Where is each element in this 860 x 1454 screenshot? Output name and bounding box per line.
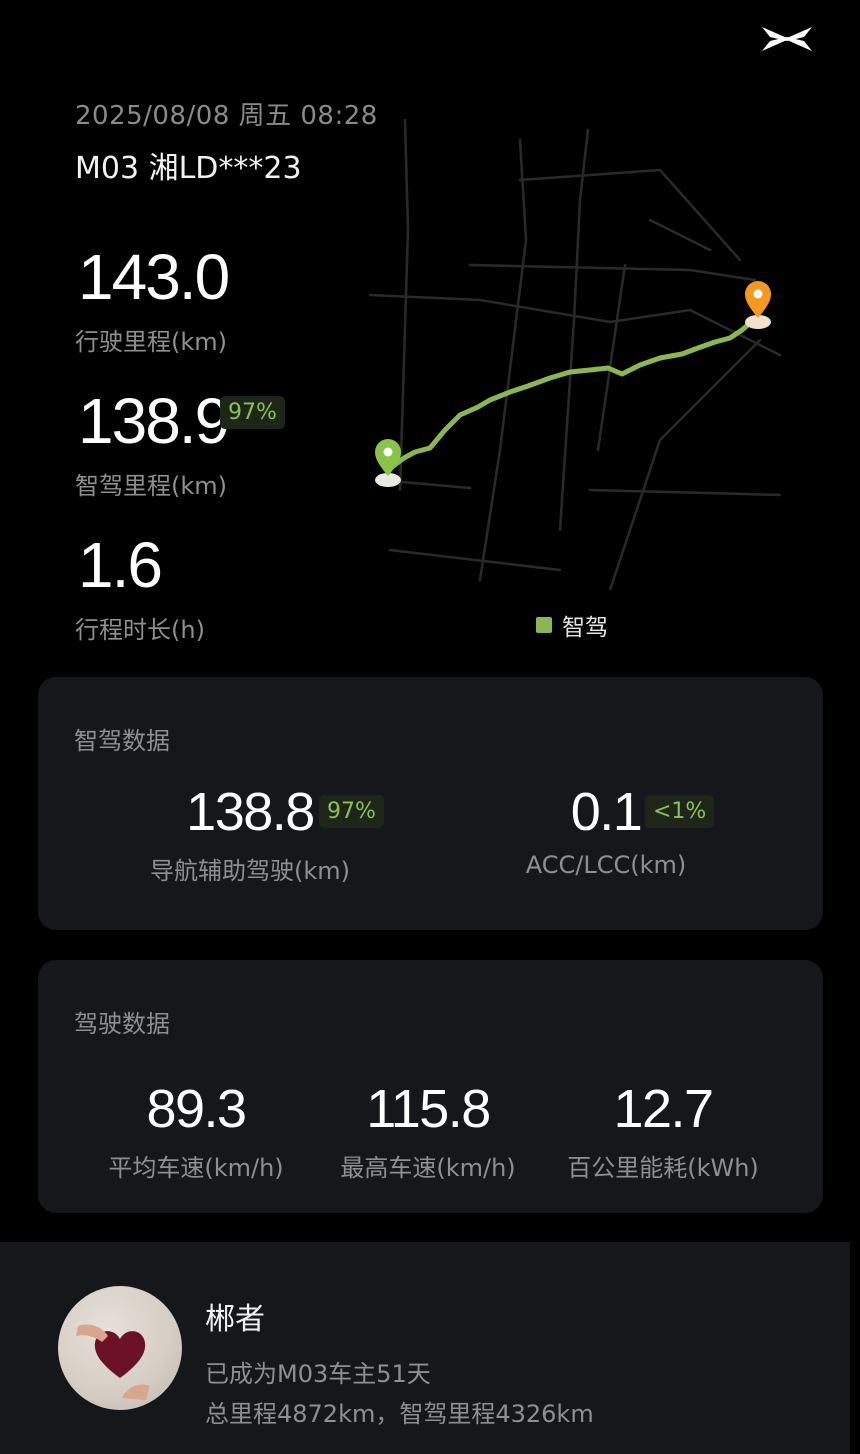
- energy-label: 百公里能耗(kWh): [567, 1154, 759, 1182]
- smart-driving-card: 智驾数据 138.8 导航辅助驾驶(km) 97% 0.1 ACC/LCC(km…: [38, 677, 823, 930]
- owner-mileage: 总里程4872km，智驾里程4326km: [205, 1400, 594, 1428]
- trip-date: 2025/08/08 周五 08:28: [75, 101, 378, 131]
- owner-days: 已成为M03车主51天: [205, 1360, 431, 1388]
- driving-data-card: 驾驶数据 89.3 平均车速(km/h) 115.8 最高车速(km/h) 12…: [38, 960, 823, 1213]
- xpeng-logo-icon: [762, 27, 812, 51]
- avatar[interactable]: [58, 1286, 182, 1410]
- start-marker-icon: [375, 439, 401, 487]
- nav-assist-label: 导航辅助驾驶(km): [149, 857, 350, 885]
- energy-stat: 12.7 百公里能耗(kWh): [552, 1078, 774, 1183]
- legend-swatch: [536, 617, 552, 633]
- end-marker-icon: [745, 281, 771, 329]
- car-plate: M03 湘LD***23: [75, 151, 302, 186]
- smart-distance-value: 138.9: [78, 385, 230, 457]
- duration-value: 1.6: [78, 529, 163, 601]
- avg-speed-label: 平均车速(km/h): [108, 1154, 284, 1182]
- trip-report-page: 2025/08/08 周五 08:28 M03 湘LD***23 143.0 行…: [0, 0, 860, 1454]
- smart-distance-label: 智驾里程(km): [75, 472, 228, 500]
- avg-speed-value: 89.3: [146, 1079, 247, 1139]
- acc-lcc-badge: <1%: [645, 795, 715, 828]
- owner-name: 郴者: [205, 1302, 265, 1337]
- distance-value: 143.0: [78, 241, 230, 313]
- acc-lcc-label: ACC/LCC(km): [525, 851, 687, 879]
- map-legend: 智驾: [536, 608, 608, 642]
- driving-card-title: 驾驶数据: [74, 1010, 170, 1038]
- max-speed-value: 115.8: [366, 1079, 491, 1139]
- duration-label: 行程时长(h): [75, 616, 205, 644]
- distance-label: 行驶里程(km): [75, 328, 228, 356]
- heart-icon: [76, 1324, 150, 1400]
- route-map[interactable]: [360, 110, 800, 590]
- avg-speed-stat: 89.3 平均车速(km/h): [88, 1078, 304, 1183]
- max-speed-label: 最高车速(km/h): [340, 1154, 516, 1182]
- smart-percent-badge: 97%: [220, 396, 285, 429]
- max-speed-stat: 115.8 最高车速(km/h): [320, 1078, 536, 1183]
- energy-value: 12.7: [613, 1079, 714, 1139]
- legend-label: 智驾: [562, 615, 608, 641]
- smart-card-title: 智驾数据: [74, 727, 170, 755]
- nav-assist-badge: 97%: [319, 795, 384, 828]
- owner-profile[interactable]: 郴者 已成为M03车主51天 总里程4872km，智驾里程4326km: [0, 1242, 850, 1454]
